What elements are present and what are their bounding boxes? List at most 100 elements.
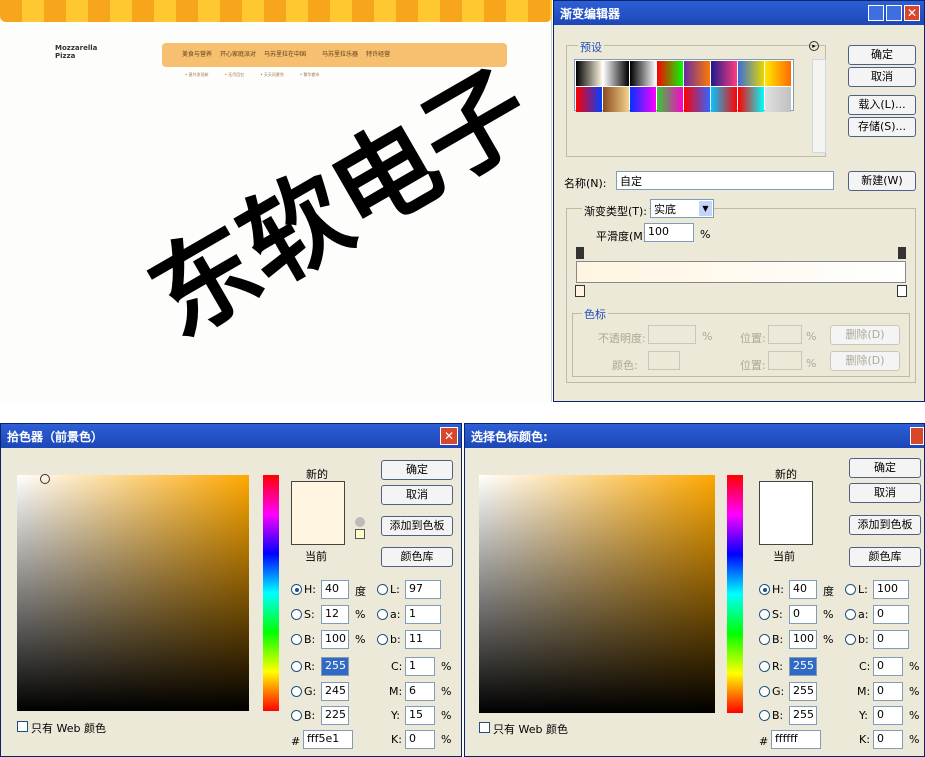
smooth-field[interactable]: 100	[644, 223, 694, 242]
current-color-swatch[interactable]	[759, 513, 813, 545]
web-only-checkbox[interactable]	[17, 721, 28, 732]
web-safe-icon[interactable]	[355, 529, 365, 539]
b-field[interactable]: 100	[789, 630, 817, 649]
subnav-item[interactable]: • 天天风景秀	[260, 72, 284, 78]
presets-menu-icon[interactable]: ▸	[809, 41, 819, 51]
preset-swatch[interactable]	[576, 61, 602, 86]
s-radio[interactable]	[759, 609, 770, 620]
preset-swatch[interactable]	[576, 87, 602, 112]
cancel-button[interactable]: 取消	[848, 67, 916, 87]
gamut-warning-icon[interactable]	[355, 517, 365, 527]
close-button[interactable]	[910, 427, 924, 445]
close-button[interactable]: ✕	[904, 5, 920, 21]
save-button[interactable]: 存储(S)...	[848, 117, 916, 137]
b-field[interactable]: 100	[321, 630, 349, 649]
subnav-item[interactable]: • 无尽回忆	[225, 72, 245, 78]
nav-item[interactable]: 美食与营养	[182, 49, 212, 61]
name-field[interactable]: 自定	[616, 171, 834, 190]
h-radio[interactable]	[291, 584, 302, 595]
preset-swatch[interactable]	[630, 61, 656, 86]
r-radio[interactable]	[759, 661, 770, 672]
m-field[interactable]: 6	[405, 682, 435, 701]
lab-b-radio[interactable]	[377, 634, 388, 645]
c-field[interactable]: 0	[873, 657, 903, 676]
hue-slider[interactable]	[263, 475, 279, 711]
r-field[interactable]: 255	[321, 657, 349, 676]
color-location-field[interactable]	[768, 351, 802, 370]
l-radio[interactable]	[845, 584, 856, 595]
type-select[interactable]: 实底 ▼	[650, 199, 714, 218]
nav-item[interactable]: 特许经营	[366, 49, 390, 61]
color-stop-left[interactable]	[575, 285, 585, 297]
k-field[interactable]: 0	[405, 730, 435, 749]
bv-field[interactable]: 255	[789, 706, 817, 725]
s-field[interactable]: 0	[789, 605, 817, 624]
load-button[interactable]: 载入(L)...	[848, 95, 916, 115]
g-field[interactable]: 245	[321, 682, 349, 701]
cancel-button[interactable]: 取消	[381, 485, 453, 505]
g-radio[interactable]	[759, 686, 770, 697]
color-libraries-button[interactable]: 颜色库	[849, 547, 921, 567]
c-field[interactable]: 1	[405, 657, 435, 676]
h-field[interactable]: 40	[321, 580, 349, 599]
preset-swatch[interactable]	[630, 87, 656, 112]
r-radio[interactable]	[291, 661, 302, 672]
ok-button[interactable]: 确定	[848, 45, 916, 65]
preset-swatch[interactable]	[603, 61, 629, 86]
preset-swatch[interactable]	[657, 87, 683, 112]
close-button[interactable]: ✕	[440, 427, 458, 445]
s-radio[interactable]	[291, 609, 302, 620]
subnav-item[interactable]: • 繁华都市	[300, 72, 320, 78]
preset-swatch[interactable]	[603, 87, 629, 112]
opacity-field[interactable]	[648, 325, 696, 344]
ok-button[interactable]: 确定	[381, 460, 453, 480]
nav-item[interactable]: 马苏里拉乐器	[322, 49, 358, 61]
maximize-button[interactable]	[886, 5, 902, 21]
opacity-stop-right[interactable]	[898, 247, 906, 259]
hue-slider[interactable]	[727, 475, 743, 713]
stop-color-swatch[interactable]	[648, 351, 680, 370]
hex-field[interactable]: ffffff	[771, 730, 821, 749]
delete-opacity-button[interactable]: 删除(D)	[830, 325, 900, 345]
h-radio[interactable]	[759, 584, 770, 595]
lab-b-field[interactable]: 0	[873, 630, 909, 649]
bv-field[interactable]: 225	[321, 706, 349, 725]
y-field[interactable]: 15	[405, 706, 435, 725]
add-to-swatches-button[interactable]: 添加到色板	[381, 516, 453, 536]
r-field[interactable]: 255	[789, 657, 817, 676]
opacity-location-field[interactable]	[768, 325, 802, 344]
nav-item[interactable]: 开心家庭派对	[220, 49, 256, 61]
m-field[interactable]: 0	[873, 682, 903, 701]
preset-swatch[interactable]	[738, 61, 764, 86]
g-field[interactable]: 255	[789, 682, 817, 701]
b-radio[interactable]	[759, 634, 770, 645]
bv-radio[interactable]	[759, 710, 770, 721]
web-only-checkbox[interactable]	[479, 722, 490, 733]
cancel-button[interactable]: 取消	[849, 483, 921, 503]
hex-field[interactable]: fff5e1	[303, 730, 353, 749]
preset-swatch[interactable]	[684, 87, 710, 112]
preset-swatch[interactable]	[657, 61, 683, 86]
preset-swatch[interactable]	[711, 87, 737, 112]
k-field[interactable]: 0	[873, 730, 903, 749]
opacity-stop-left[interactable]	[576, 247, 584, 259]
l-field[interactable]: 100	[873, 580, 909, 599]
preset-swatch[interactable]	[738, 87, 764, 112]
color-field[interactable]	[479, 475, 715, 713]
preset-swatch[interactable]	[711, 61, 737, 86]
a-radio[interactable]	[845, 609, 856, 620]
b-radio[interactable]	[291, 634, 302, 645]
y-field[interactable]: 0	[873, 706, 903, 725]
h-field[interactable]: 40	[789, 580, 817, 599]
gradient-bar[interactable]	[576, 261, 906, 283]
color-libraries-button[interactable]: 颜色库	[381, 547, 453, 567]
a-radio[interactable]	[377, 609, 388, 620]
a-field[interactable]: 0	[873, 605, 909, 624]
ok-button[interactable]: 确定	[849, 458, 921, 478]
current-color-swatch[interactable]	[291, 513, 345, 545]
lab-b-field[interactable]: 11	[405, 630, 441, 649]
s-field[interactable]: 12	[321, 605, 349, 624]
preset-swatch[interactable]	[765, 61, 791, 86]
subnav-item[interactable]: • 意外发现新	[185, 72, 209, 78]
new-button[interactable]: 新建(W)	[848, 171, 916, 191]
